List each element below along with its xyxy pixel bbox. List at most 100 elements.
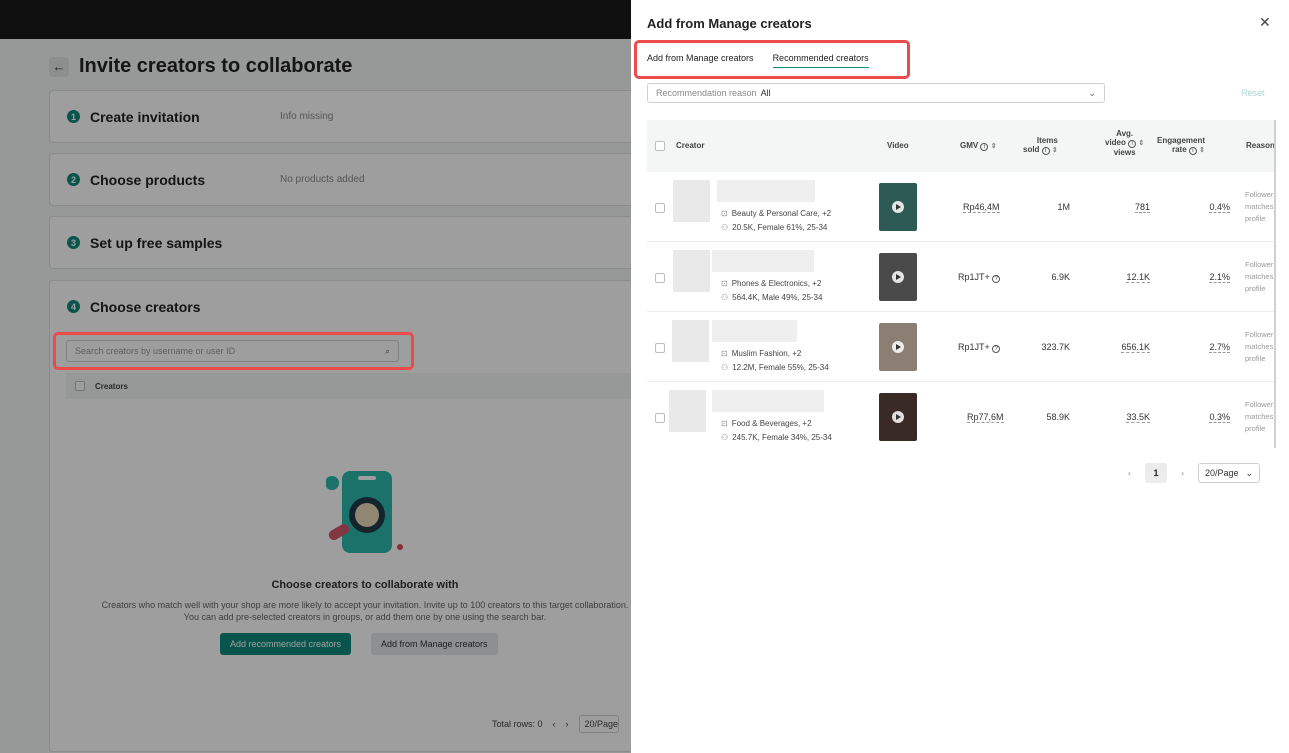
creator-audience: ⚇ 12.2M, Female 55%, 25-34 (721, 363, 829, 372)
add-creators-drawer: Add from Manage creators ✕ Add from Mana… (631, 0, 1289, 753)
creator-name-redacted (712, 250, 814, 272)
select-all-checkbox[interactable] (655, 141, 665, 151)
info-icon[interactable]: i (1128, 140, 1137, 148)
info-icon[interactable]: i (1188, 147, 1197, 155)
help-icon[interactable]: ? (992, 275, 1001, 283)
audience-text: 564.4K, Male 49%, 25-34 (732, 293, 823, 302)
avg-views-value: 781 (1134, 202, 1150, 213)
page-size-select[interactable]: 20/Page ⌄ (1198, 463, 1260, 483)
gmv-value: Rp77,6M (967, 412, 1004, 423)
table-header: Creator Video GMV i ⇕ Items sold i ⇕ Avg… (647, 120, 1276, 172)
play-icon (892, 341, 904, 353)
avatar (672, 320, 709, 362)
avatar (673, 250, 710, 292)
play-icon (892, 411, 904, 423)
info-icon[interactable]: i (980, 143, 989, 151)
creator-name-redacted (712, 390, 824, 412)
col-creator: Creator (676, 141, 705, 150)
col-engagement-rate[interactable]: Engagement rate i ⇕ (1157, 136, 1205, 155)
bag-icon: ⊡ (721, 279, 728, 288)
creator-name-redacted (717, 180, 815, 202)
row-checkbox[interactable] (655, 203, 665, 213)
avg-views-value: 12.1K (1126, 272, 1150, 283)
sort-icon[interactable]: ⇕ (1052, 147, 1058, 154)
bag-icon: ⊡ (721, 349, 728, 358)
current-page-button[interactable]: 1 (1145, 463, 1167, 483)
audience-text: 245.7K, Female 34%, 25-34 (732, 433, 832, 442)
table-scrollbar[interactable] (1274, 120, 1276, 448)
engagement-value: 0.4% (1209, 202, 1230, 213)
avg-views-value: 33.5K (1126, 412, 1150, 423)
user-icon: ⚇ (721, 363, 729, 372)
audience-text: 20.5K, Female 61%, 25-34 (732, 223, 828, 232)
category-text: Phones & Electronics, +2 (731, 279, 822, 288)
table-row[interactable]: ⊡ Food & Beverages, +2 ⚇ 245.7K, Female 34… (647, 382, 1276, 448)
creator-category: ⊡ Muslim Fashion, +2 (721, 349, 801, 358)
recommendation-reason-select[interactable]: Recommendation reason All ⌄ (647, 83, 1105, 103)
items-sold-label-1: Items (1036, 136, 1058, 145)
reset-button[interactable]: Reset (1241, 88, 1265, 98)
chevron-down-icon: ⌄ (1245, 467, 1253, 478)
sort-icon[interactable]: ⇕ (1199, 147, 1205, 154)
prev-page-icon[interactable]: ‹ (1128, 468, 1131, 478)
user-icon: ⚇ (721, 293, 729, 302)
reason-value: All (760, 88, 771, 98)
avg-label-1: Avg. (1116, 129, 1134, 138)
items-sold-value: 323.7K (1041, 342, 1070, 352)
avg-label-3: views (1113, 148, 1136, 157)
items-sold-label-2: sold (1023, 145, 1040, 154)
engagement-value: 2.7% (1209, 342, 1230, 353)
table-row[interactable]: ⊡ Beauty & Personal Care, +2 ⚇ 20.5K, Fema… (647, 172, 1276, 242)
avg-views-value: 656.1K (1121, 342, 1150, 353)
tabs-highlight-box (634, 40, 910, 79)
creator-category: ⊡ Food & Beverages, +2 (721, 419, 812, 428)
row-checkbox[interactable] (655, 413, 665, 423)
row-checkbox[interactable] (655, 273, 665, 283)
table-row[interactable]: ⊡ Muslim Fashion, +2 ⚇ 12.2M, Female 55%, … (647, 312, 1276, 382)
gmv-label: GMV (960, 141, 979, 150)
video-thumbnail[interactable] (879, 393, 917, 441)
eng-label-2: rate (1171, 145, 1187, 154)
creator-audience: ⚇ 245.7K, Female 34%, 25-34 (721, 433, 832, 442)
video-thumbnail[interactable] (879, 183, 917, 231)
creator-category: ⊡ Beauty & Personal Care, +2 (721, 209, 831, 218)
gmv-value: Rp46,4M (963, 202, 1000, 213)
col-gmv[interactable]: GMV i ⇕ (960, 141, 997, 151)
avg-label-2: video (1105, 138, 1126, 147)
recommended-creators-table: Creator Video GMV i ⇕ Items sold i ⇕ Avg… (647, 120, 1276, 448)
bag-icon: ⊡ (721, 209, 728, 218)
reason-label: Recommendation reason (656, 88, 757, 98)
table-row[interactable]: ⊡ Phones & Electronics, +2 ⚇ 564.4K, Male … (647, 242, 1276, 312)
col-avg-video-views[interactable]: Avg. video i ⇕ views (1105, 129, 1144, 157)
col-video: Video (887, 141, 909, 150)
help-icon[interactable]: ? (992, 345, 1001, 353)
search-highlight-box (53, 332, 414, 370)
close-icon[interactable]: ✕ (1259, 14, 1271, 31)
play-icon (892, 201, 904, 213)
audience-text: 12.2M, Female 55%, 25-34 (732, 363, 829, 372)
col-reason: Reason (1246, 141, 1275, 150)
user-icon: ⚇ (721, 223, 729, 232)
category-text: Food & Beverages, +2 (731, 419, 812, 428)
avatar (673, 180, 710, 222)
reason-value: Follower matches profile (1245, 190, 1274, 223)
avatar (669, 390, 706, 432)
gmv-value: Rp1JT+ ? (958, 272, 1001, 283)
next-page-icon[interactable]: › (1181, 468, 1184, 478)
creator-audience: ⚇ 564.4K, Male 49%, 25-34 (721, 293, 822, 302)
engagement-value: 0.3% (1209, 412, 1230, 423)
video-thumbnail[interactable] (879, 253, 917, 301)
sort-icon[interactable]: ⇕ (1138, 140, 1144, 147)
info-icon[interactable]: i (1041, 147, 1050, 155)
drawer-title: Add from Manage creators (647, 16, 812, 31)
engagement-value: 2.1% (1209, 272, 1230, 283)
gmv-value: Rp1JT+ ? (958, 342, 1001, 353)
sort-icon[interactable]: ⇕ (991, 143, 997, 150)
play-icon (892, 271, 904, 283)
eng-label-1: Engagement (1157, 136, 1206, 145)
col-items-sold[interactable]: Items sold i ⇕ (1023, 136, 1058, 155)
row-checkbox[interactable] (655, 343, 665, 353)
chevron-down-icon: ⌄ (1088, 87, 1096, 98)
video-thumbnail[interactable] (879, 323, 917, 371)
items-sold-value: 6.9K (1051, 272, 1070, 282)
